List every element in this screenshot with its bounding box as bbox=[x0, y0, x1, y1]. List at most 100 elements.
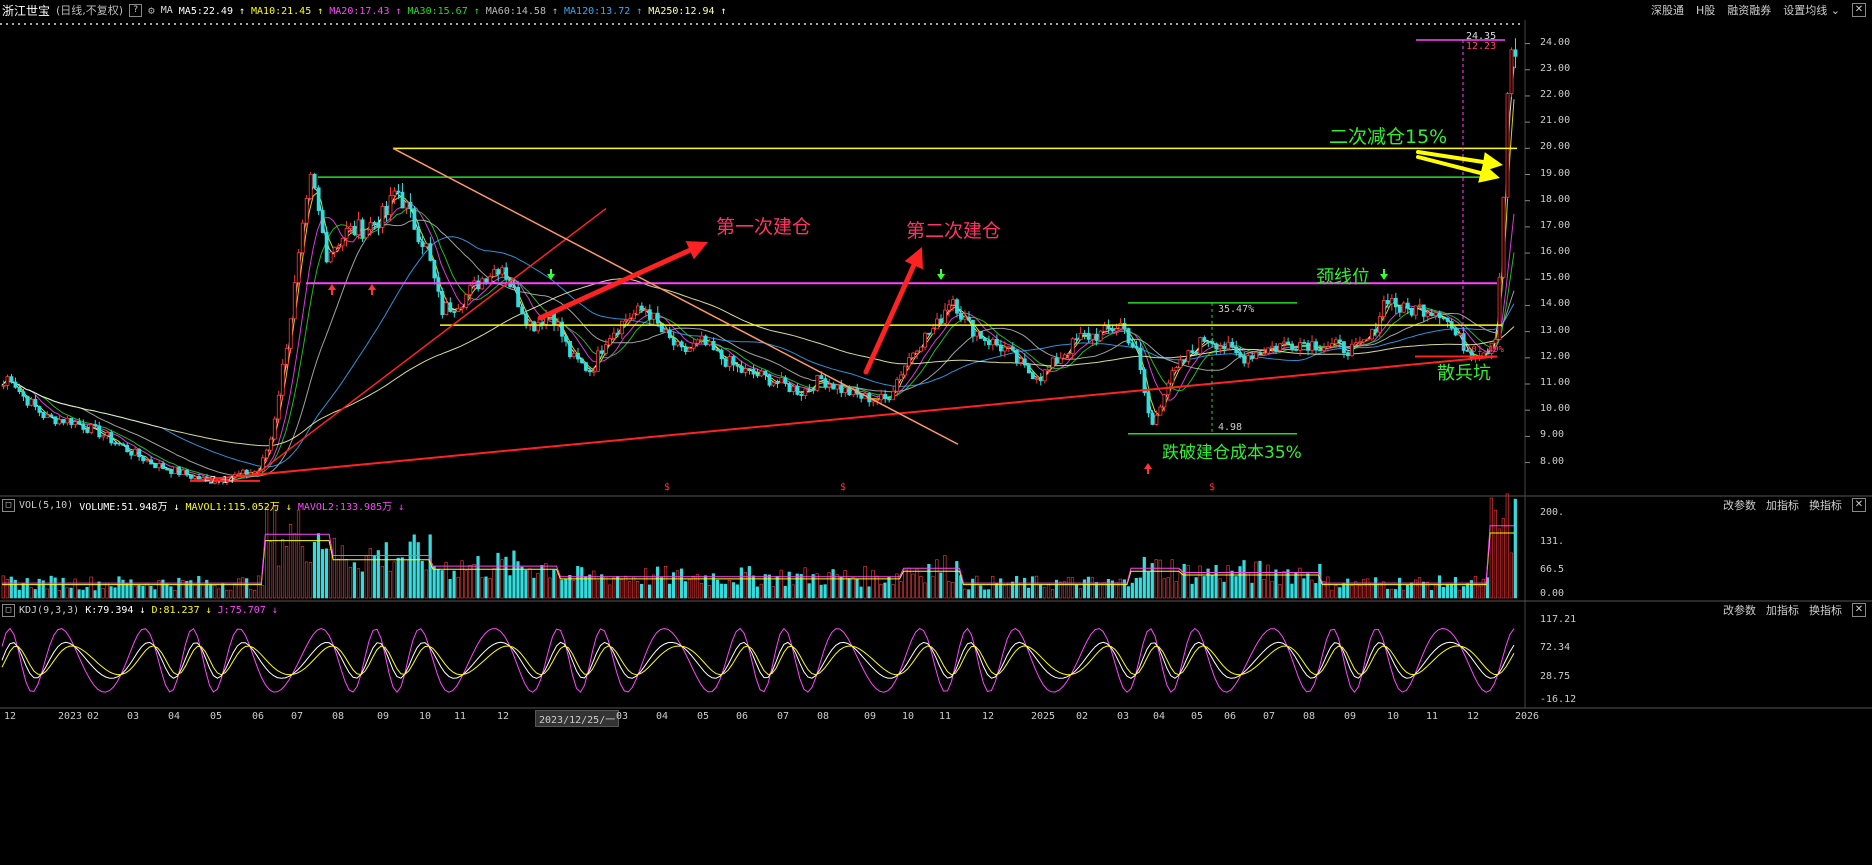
grid-dot bbox=[864, 23, 866, 25]
volume-bar bbox=[520, 566, 524, 599]
candle-body bbox=[9, 376, 14, 383]
volume-bar bbox=[109, 586, 113, 599]
grid-dot bbox=[696, 23, 698, 25]
candle-body bbox=[915, 350, 919, 354]
dividend-marker[interactable]: $ bbox=[1209, 482, 1215, 493]
date-tick-label: 08 bbox=[1303, 711, 1316, 722]
dividend-marker[interactable]: $ bbox=[840, 482, 846, 493]
candle-body bbox=[133, 448, 138, 456]
volume-bar bbox=[312, 541, 317, 599]
grid-dot bbox=[816, 23, 818, 25]
grid-dot bbox=[1422, 23, 1424, 25]
grid-dot bbox=[636, 23, 638, 25]
grid-dot bbox=[666, 23, 668, 25]
volume-bar bbox=[1226, 565, 1230, 599]
edit-params-button[interactable]: 改参数 bbox=[1723, 602, 1756, 618]
candle-body bbox=[37, 406, 42, 413]
candle-body bbox=[767, 374, 772, 386]
kdj-tick-label: 28.75 bbox=[1540, 671, 1571, 682]
volume-bar bbox=[991, 576, 995, 599]
candle-body bbox=[727, 356, 732, 367]
hk-connect-button[interactable]: 深股通 bbox=[1651, 2, 1684, 18]
grid-dot bbox=[1392, 23, 1394, 25]
volume-bar bbox=[747, 566, 751, 599]
swap-indicator-button[interactable]: 换指标 bbox=[1809, 497, 1842, 513]
volume-bar bbox=[372, 555, 376, 599]
candle-body bbox=[316, 187, 321, 211]
candle-body bbox=[352, 225, 357, 236]
grid-dot bbox=[984, 23, 986, 25]
candle-body bbox=[755, 373, 760, 377]
price-tick-label: 9.00 bbox=[1540, 429, 1565, 441]
dividend-marker[interactable]: $ bbox=[664, 482, 670, 493]
swap-indicator-button[interactable]: 换指标 bbox=[1809, 602, 1842, 618]
grid-dot bbox=[948, 23, 950, 25]
price-tick-label: 22.00 bbox=[1540, 88, 1571, 100]
volume-bar bbox=[388, 570, 392, 599]
grid-dot bbox=[432, 23, 434, 25]
volume-bar bbox=[883, 582, 887, 599]
candle-body bbox=[1493, 339, 1498, 344]
edit-params-button[interactable]: 改参数 bbox=[1723, 497, 1756, 513]
price-tick-label: 21.00 bbox=[1540, 115, 1571, 127]
candle-body bbox=[1270, 345, 1275, 349]
grid-dot bbox=[1482, 23, 1484, 25]
candle-body bbox=[711, 340, 716, 351]
close-icon[interactable]: ✕ bbox=[1852, 3, 1866, 17]
candle-body bbox=[907, 357, 912, 367]
candle-body bbox=[647, 309, 652, 320]
h-share-button[interactable]: H股 bbox=[1696, 2, 1715, 18]
kdj-title: KDJ(9,3,3) bbox=[19, 604, 80, 616]
gear-icon[interactable]: ⚙ bbox=[148, 4, 155, 17]
candle-body bbox=[177, 466, 181, 476]
grid-dot bbox=[684, 23, 686, 25]
volume-bar bbox=[1194, 577, 1198, 599]
close-icon[interactable]: ✕ bbox=[1852, 498, 1866, 512]
volume-bar bbox=[1374, 577, 1378, 599]
volume-bar bbox=[1310, 579, 1314, 599]
grid-dot bbox=[570, 23, 572, 25]
volume-bar bbox=[1098, 582, 1103, 599]
close-icon[interactable]: ✕ bbox=[1852, 603, 1866, 617]
volume-bar bbox=[1358, 584, 1362, 599]
panel-toggle-icon[interactable]: □ bbox=[2, 498, 15, 512]
grid-dot bbox=[438, 23, 440, 25]
toggle-icon[interactable]: ? bbox=[129, 3, 143, 17]
grid-dot bbox=[792, 23, 794, 25]
candle-body bbox=[304, 197, 309, 224]
grid-dot bbox=[6, 23, 8, 25]
grid-dot bbox=[294, 23, 296, 25]
candle-body bbox=[520, 306, 525, 315]
grid-dot bbox=[1086, 23, 1088, 25]
candle-body bbox=[883, 393, 888, 400]
stock-name[interactable]: 浙江世宝 bbox=[2, 2, 50, 19]
period-label[interactable]: (日线,不复权) bbox=[56, 2, 123, 18]
date-tick-label: 08 bbox=[817, 711, 830, 722]
grid-dot bbox=[1008, 23, 1010, 25]
grid-dot bbox=[1344, 23, 1346, 25]
grid-dot bbox=[348, 23, 350, 25]
add-indicator-button[interactable]: 加指标 bbox=[1766, 497, 1799, 513]
volume-bar bbox=[352, 562, 356, 599]
volume-bar bbox=[1034, 575, 1039, 599]
volume-bar bbox=[1286, 569, 1290, 599]
candle-body bbox=[723, 358, 728, 367]
volume-bar bbox=[1433, 584, 1438, 599]
candle-body bbox=[1405, 302, 1410, 309]
volume-bar bbox=[1042, 587, 1047, 599]
candle-body bbox=[1254, 351, 1259, 359]
set-ma-button[interactable]: 设置均线 ⌄ bbox=[1783, 2, 1840, 18]
volume-bar bbox=[1218, 578, 1222, 599]
grid-dot bbox=[828, 23, 830, 25]
grid-dot bbox=[1068, 23, 1070, 25]
margin-trading-button[interactable]: 融资融券 bbox=[1727, 2, 1771, 18]
add-indicator-button[interactable]: 加指标 bbox=[1766, 602, 1799, 618]
panel-toggle-icon[interactable]: □ bbox=[2, 603, 15, 617]
volume-bar bbox=[1266, 564, 1270, 599]
grid-dot bbox=[372, 23, 374, 25]
volume-bar bbox=[667, 583, 672, 599]
grid-dot bbox=[906, 23, 908, 25]
candle-body bbox=[376, 222, 381, 228]
grid-dot bbox=[912, 23, 914, 25]
volume-bar bbox=[1130, 582, 1134, 599]
